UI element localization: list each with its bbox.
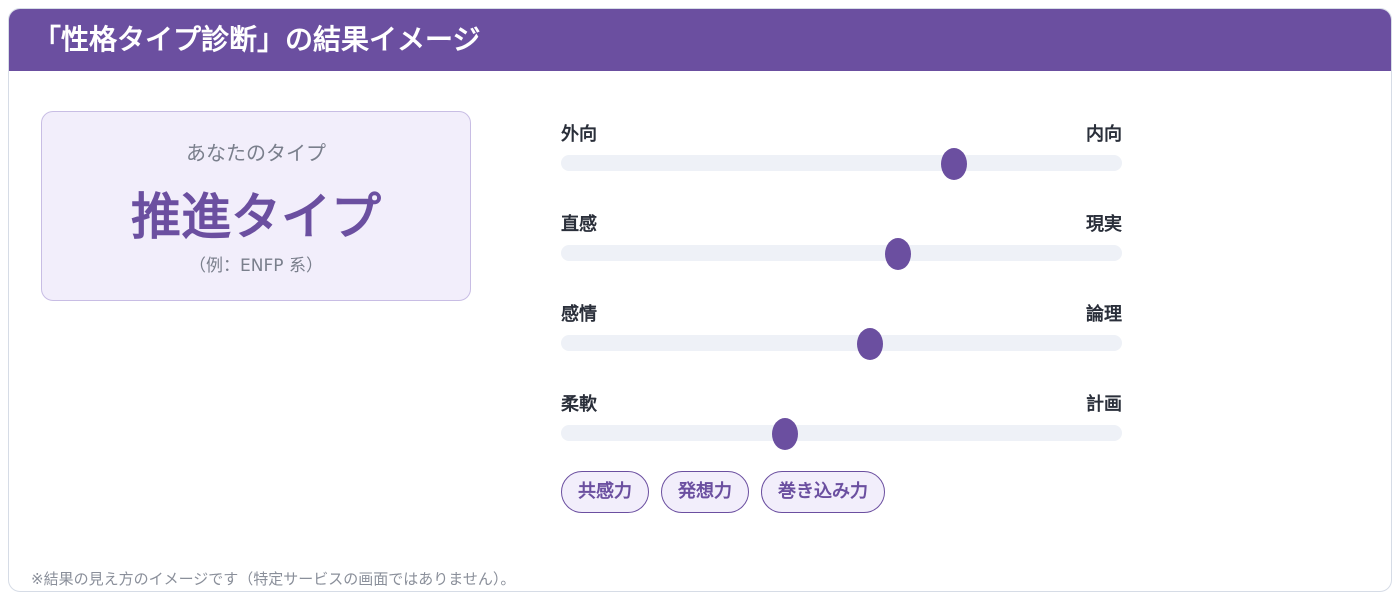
page-title: 「性格タイプ診断」の結果イメージ <box>33 23 481 56</box>
scale-left-label: 感情 <box>561 304 597 325</box>
scale-knob[interactable] <box>884 238 911 270</box>
scale-left-label: 柔軟 <box>561 394 597 415</box>
scale-right-label: 論理 <box>1086 304 1122 325</box>
scale-right-label: 計画 <box>1086 394 1122 415</box>
scale-right-label: 内向 <box>1086 124 1122 145</box>
tag-involvement[interactable]: 巻き込み力 <box>761 471 885 513</box>
header-bar: 「性格タイプ診断」の結果イメージ <box>9 9 1391 71</box>
tag-empathy[interactable]: 共感力 <box>561 471 649 513</box>
scale-flexible-planned: 柔軟 計画 <box>561 393 1122 450</box>
scale-knob[interactable] <box>772 418 799 450</box>
footnote: ※結果の見え方のイメージです（特定サービスの画面ではありません）。 <box>31 570 516 588</box>
scale-track[interactable] <box>561 328 1122 360</box>
strength-tags: 共感力 発想力 巻き込み力 <box>561 471 897 515</box>
type-result-card: あなたのタイプ 推進タイプ （例：ENFP 系） <box>41 111 471 301</box>
scale-track[interactable] <box>561 418 1122 450</box>
type-name: 推進タイプ <box>131 188 381 246</box>
scale-knob[interactable] <box>940 148 967 180</box>
scale-left-label: 直感 <box>561 214 597 235</box>
scale-extraversion-introversion: 外向 内向 <box>561 123 1122 180</box>
scale-track[interactable] <box>561 238 1122 270</box>
type-caption: あなたのタイプ <box>186 141 326 165</box>
scale-left-label: 外向 <box>561 124 597 145</box>
type-example-note: （例：ENFP 系） <box>189 256 323 276</box>
scale-intuition-sensing: 直感 現実 <box>561 213 1122 270</box>
tag-ideation[interactable]: 発想力 <box>661 471 749 513</box>
scale-right-label: 現実 <box>1086 214 1122 235</box>
scale-knob[interactable] <box>856 328 883 360</box>
scale-track[interactable] <box>561 148 1122 180</box>
result-panel: 「性格タイプ診断」の結果イメージ あなたのタイプ 推進タイプ （例：ENFP 系… <box>8 8 1392 592</box>
scale-feeling-thinking: 感情 論理 <box>561 303 1122 360</box>
